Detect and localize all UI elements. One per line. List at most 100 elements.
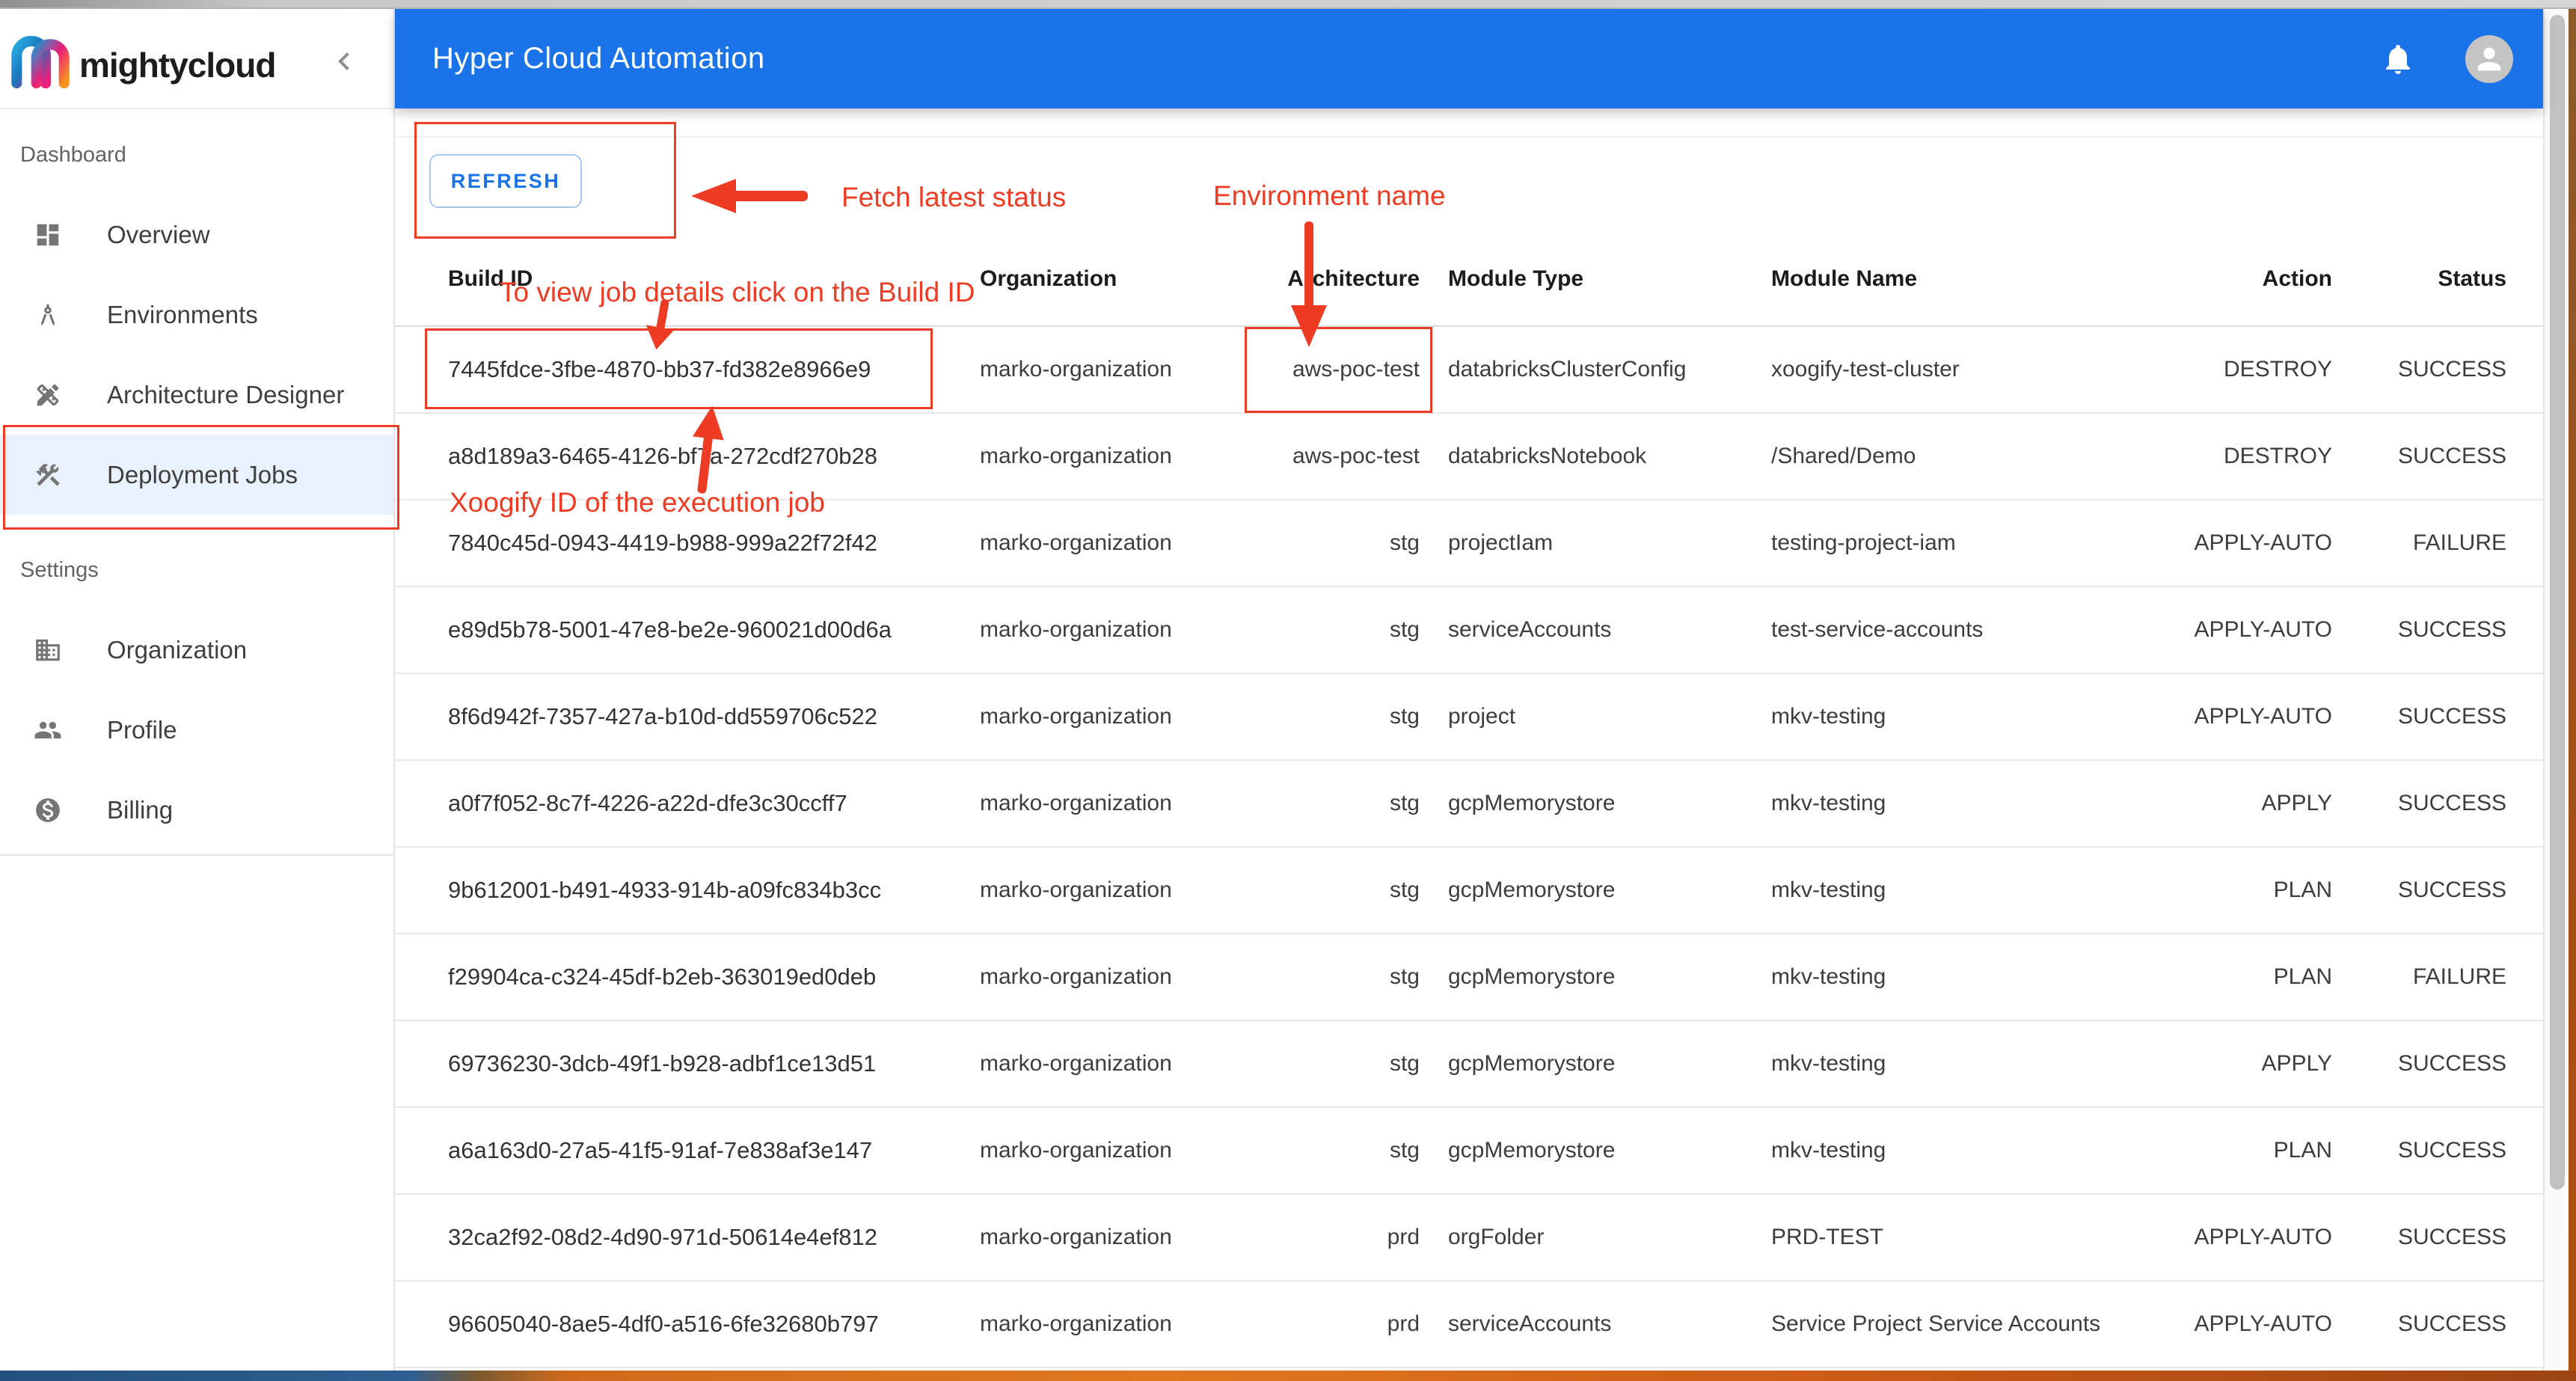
cell-module-name: /Shared/Demo [1771,444,1916,468]
annotation-fetch-latest-status: Fetch latest status [841,182,1067,212]
cell-organization: marko-organization [980,617,1172,642]
cell-module-type: gcpMemorystore [1448,791,1616,815]
app-window: mightycloud Dashboard Overview Environment… [0,9,2569,1371]
annotation-box-architecture [1245,327,1432,413]
notifications-bell-icon[interactable] [2380,41,2416,77]
sidebar-item-profile[interactable]: Profile [0,690,393,770]
cell-module-type: gcpMemorystore [1448,878,1616,902]
cell-status: SUCCESS [2397,617,2506,642]
cell-module-name: mkv-testing [1771,964,1886,989]
cell-build-id[interactable]: 7840c45d-0943-4419-b988-999a22f72f42 [448,530,877,557]
cell-module-name: mkv-testing [1771,878,1886,902]
vertical-scrollbar[interactable] [2543,9,2569,1371]
cell-organization: marko-organization [980,964,1172,989]
sidebar-divider [0,854,393,856]
down-arrow-icon [1288,221,1330,349]
cell-module-type: project [1448,704,1516,729]
cell-organization: marko-organization [980,704,1172,729]
brand-name: mightycloud [79,46,276,85]
cell-architecture: stg [1389,791,1420,815]
cell-module-name: mkv-testing [1771,704,1886,729]
cell-module-type: databricksClusterConfig [1448,357,1687,382]
page-title: Hyper Cloud Automation [432,42,765,75]
cell-module-type: serviceAccounts [1448,617,1612,642]
cell-organization: marko-organization [980,357,1172,382]
brand-header: mightycloud [0,9,393,109]
cell-build-id[interactable]: a0f7f052-8c7f-4226-a22d-dfe3c30ccff7 [448,790,847,817]
cell-status: SUCCESS [2397,1225,2506,1249]
cell-build-id[interactable]: f29904ca-c324-45df-b2eb-363019ed0deb [448,964,876,990]
cell-status: SUCCESS [2397,444,2506,468]
cell-module-name: Service Project Service Accounts [1771,1311,2101,1336]
cell-action: APPLY [2261,791,2333,815]
sidebar-item-label: Environments [107,300,258,328]
table-row: f29904ca-c324-45df-b2eb-363019ed0deb mark… [395,934,2543,1021]
cell-action: PLAN [2273,1138,2332,1163]
sidebar-collapse-chevron-icon[interactable] [326,43,362,79]
cell-organization: marko-organization [980,530,1172,555]
appbar: Hyper Cloud Automation [395,9,2543,108]
annotation-xoogify-id: Xoogify ID of the execution job [450,487,825,518]
design-tools-icon [34,381,62,409]
cell-organization: marko-organization [980,1051,1172,1076]
scrollbar-thumb[interactable] [2550,15,2565,1189]
cell-organization: marko-organization [980,1225,1172,1249]
table-row: 96605040-8ae5-4df0-a516-6fe32680b797 mark… [395,1282,2543,1368]
cell-build-id[interactable]: e89d5b78-5001-47e8-be2e-960021d00d6a [448,616,892,643]
cell-module-name: mkv-testing [1771,1051,1886,1076]
cell-module-type: projectIam [1448,530,1554,555]
sidebar-item-environments[interactable]: Environments [0,275,393,355]
table-row: e89d5b78-5001-47e8-be2e-960021d00d6a mark… [395,587,2543,674]
cell-build-id[interactable]: 32ca2f92-08d2-4d90-971d-50614e4ef812 [448,1224,877,1251]
cell-module-name: PRD-TEST [1771,1225,1883,1249]
cell-module-name: testing-project-iam [1771,530,1956,555]
sidebar-item-organization[interactable]: Organization [0,610,393,690]
sidebar-item-overview[interactable]: Overview [0,195,393,275]
cell-organization: marko-organization [980,878,1172,902]
cell-architecture: stg [1389,1051,1420,1076]
annotation-box-build-id [425,328,933,409]
cell-action: APPLY-AUTO [2194,617,2332,642]
user-avatar[interactable] [2465,34,2513,83]
cell-organization: marko-organization [980,791,1172,815]
cell-module-type: orgFolder [1448,1225,1545,1249]
cell-action: DESTROY [2223,444,2332,468]
card-top-border [395,136,2543,138]
cell-build-id[interactable]: 69736230-3dcb-49f1-b928-adbf1ce13d51 [448,1050,876,1077]
table-row: 69736230-3dcb-49f1-b928-adbf1ce13d51 mark… [395,1021,2543,1108]
table-row: 32ca2f92-08d2-4d90-971d-50614e4ef812 mark… [395,1195,2543,1282]
table-row: a6a163d0-27a5-41f5-91af-7e838af3e147 mark… [395,1108,2543,1195]
sidebar-item-label: Profile [107,715,177,744]
table-row: 8f6d942f-7357-427a-b10d-dd559706c522 mark… [395,674,2543,761]
cell-build-id[interactable]: a8d189a3-6465-4126-bf7a-272cdf270b28 [448,443,877,470]
cell-status: SUCCESS [2397,791,2506,815]
cell-module-name: xoogify-test-cluster [1771,357,1960,382]
sidebar-item-billing[interactable]: Billing [0,770,393,850]
cell-architecture: stg [1389,617,1420,642]
cell-build-id[interactable]: a6a163d0-27a5-41f5-91af-7e838af3e147 [448,1137,872,1164]
sidebar-item-architecture-designer[interactable]: Architecture Designer [0,355,393,435]
left-arrow-icon [688,175,808,217]
cell-architecture: stg [1389,530,1420,555]
column-header-module-name: Module Name [1771,266,1918,291]
table-row: a0f7f052-8c7f-4226-a22d-dfe3c30ccff7 mark… [395,761,2543,848]
column-header-status: Status [2438,266,2506,291]
cell-module-type: gcpMemorystore [1448,964,1616,989]
compass-icon [34,301,62,329]
cell-build-id[interactable]: 8f6d942f-7357-427a-b10d-dd559706c522 [448,703,877,730]
cell-organization: marko-organization [980,1311,1172,1336]
cell-architecture: prd [1387,1225,1420,1249]
cell-build-id[interactable]: 96605040-8ae5-4df0-a516-6fe32680b797 [448,1311,879,1338]
dashboard-icon [34,221,62,249]
people-icon [34,716,62,744]
cell-module-type: serviceAccounts [1448,1311,1612,1336]
dollar-icon [34,796,62,824]
annotation-view-job-details: To view job details click on the Build I… [500,277,975,307]
sidebar-item-label: Billing [107,795,174,824]
cell-build-id[interactable]: 9b612001-b491-4933-914b-a09fc834b3cc [448,877,881,904]
cell-status: SUCCESS [2397,357,2506,382]
nav-section-label-settings: Settings [20,558,99,582]
cell-architecture: stg [1389,1138,1420,1163]
cell-architecture: aws-poc-test [1292,444,1420,468]
desktop-top-edge [0,0,2576,9]
